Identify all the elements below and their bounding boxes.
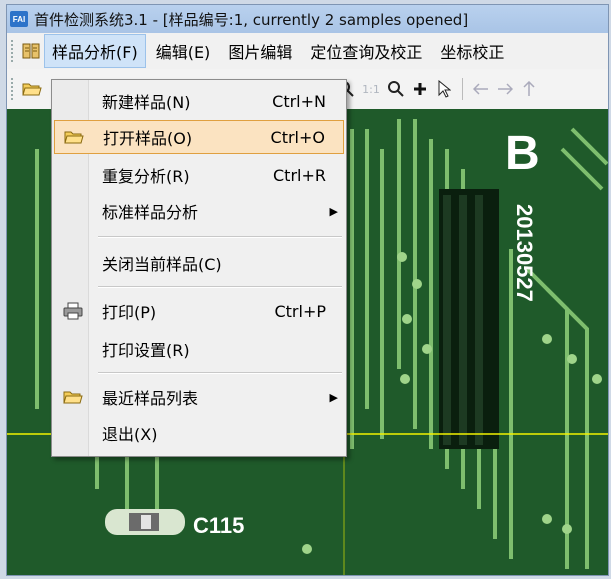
sample-analysis-dropdown: 新建样品(N) Ctrl+N 打开样品(O) Ctrl+O 重复分析(R) Ct… xyxy=(51,79,347,457)
menu-separator xyxy=(98,236,342,238)
zoom-button[interactable] xyxy=(384,77,408,101)
menu-separator xyxy=(98,286,342,288)
menu-locate-query[interactable]: 定位查询及校正 xyxy=(302,34,430,68)
menu-item-label: 打印(P) xyxy=(102,303,157,322)
folder-open-icon xyxy=(22,83,42,96)
menu-coordinate-correct[interactable]: 坐标校正 xyxy=(432,34,512,68)
menu-item-label: 退出(X) xyxy=(102,425,158,444)
plus-icon xyxy=(414,83,426,95)
menu-item-new-sample[interactable]: 新建样品(N) Ctrl+N xyxy=(54,84,344,118)
menu-item-shortcut: Ctrl+P xyxy=(274,301,326,321)
up-button[interactable] xyxy=(517,77,541,101)
board-letter: B xyxy=(505,127,540,180)
book-icon xyxy=(22,43,40,59)
folder-open-icon xyxy=(62,387,84,407)
submenu-arrow-icon: ▶ xyxy=(329,390,338,404)
toolbar-separator xyxy=(462,78,463,100)
menubar-grip[interactable] xyxy=(11,40,16,62)
menu-sample-analysis[interactable]: 样品分析(F) xyxy=(44,34,146,68)
magnifier-icon xyxy=(388,81,404,97)
zoom-actual-button[interactable]: 1:1 xyxy=(358,77,384,101)
menu-item-shortcut: Ctrl+N xyxy=(272,91,326,111)
printer-icon xyxy=(62,301,84,321)
menu-item-label: 打开样品(O) xyxy=(103,129,193,148)
menu-separator xyxy=(98,372,342,374)
toolbar-grip[interactable] xyxy=(11,78,16,100)
menu-item-recent-samples[interactable]: 最近样品列表 ▶ xyxy=(54,380,344,414)
arrow-up-icon xyxy=(523,81,535,96)
component-label: C115 xyxy=(193,513,244,538)
menu-item-print-setup[interactable]: 打印设置(R) xyxy=(54,332,344,366)
folder-open-icon xyxy=(63,127,85,147)
menu-item-label: 重复分析(R) xyxy=(102,167,190,186)
submenu-arrow-icon: ▶ xyxy=(329,204,338,218)
menu-item-shortcut: Ctrl+O xyxy=(270,127,325,147)
arrow-left-icon xyxy=(473,83,488,95)
cursor-arrow-icon xyxy=(438,80,451,98)
menu-item-repeat-analysis[interactable]: 重复分析(R) Ctrl+R xyxy=(54,158,344,192)
back-button[interactable] xyxy=(469,77,493,101)
menu-item-close-sample[interactable]: 关闭当前样品(C) xyxy=(54,246,344,280)
menu-item-label: 最近样品列表 xyxy=(102,389,199,408)
menu-edit[interactable]: 编辑(E) xyxy=(148,34,219,68)
arrow-right-icon xyxy=(498,83,513,95)
menu-item-shortcut: Ctrl+R xyxy=(273,165,326,185)
board-date-code: 20130527 xyxy=(512,204,537,302)
menu-item-open-sample[interactable]: 打开样品(O) Ctrl+O xyxy=(54,120,344,154)
pointer-button[interactable] xyxy=(432,77,456,101)
menu-item-exit[interactable]: 退出(X) xyxy=(54,416,344,450)
menu-item-standard-sample-analysis[interactable]: 标准样品分析 ▶ xyxy=(54,194,344,228)
open-folder-button[interactable] xyxy=(20,77,44,101)
app-icon: FAI xyxy=(10,11,28,27)
menu-item-label: 标准样品分析 xyxy=(102,203,199,222)
forward-button[interactable] xyxy=(493,77,517,101)
menu-image-edit[interactable]: 图片编辑 xyxy=(220,34,300,68)
menu-item-label: 新建样品(N) xyxy=(102,93,191,112)
title-bar: FAI 首件检测系统3.1 - [样品编号:1, currently 2 sam… xyxy=(7,5,608,33)
menu-item-label: 打印设置(R) xyxy=(102,341,190,360)
menu-bar: 样品分析(F) 编辑(E) 图片编辑 定位查询及校正 坐标校正 xyxy=(7,33,608,70)
app-window: FAI 首件检测系统3.1 - [样品编号:1, currently 2 sam… xyxy=(6,4,609,576)
menu-item-print[interactable]: 打印(P) Ctrl+P xyxy=(54,294,344,328)
window-title: 首件检测系统3.1 - [样品编号:1, currently 2 samples… xyxy=(34,10,469,29)
menu-item-label: 关闭当前样品(C) xyxy=(102,255,222,274)
add-point-button[interactable] xyxy=(408,77,432,101)
